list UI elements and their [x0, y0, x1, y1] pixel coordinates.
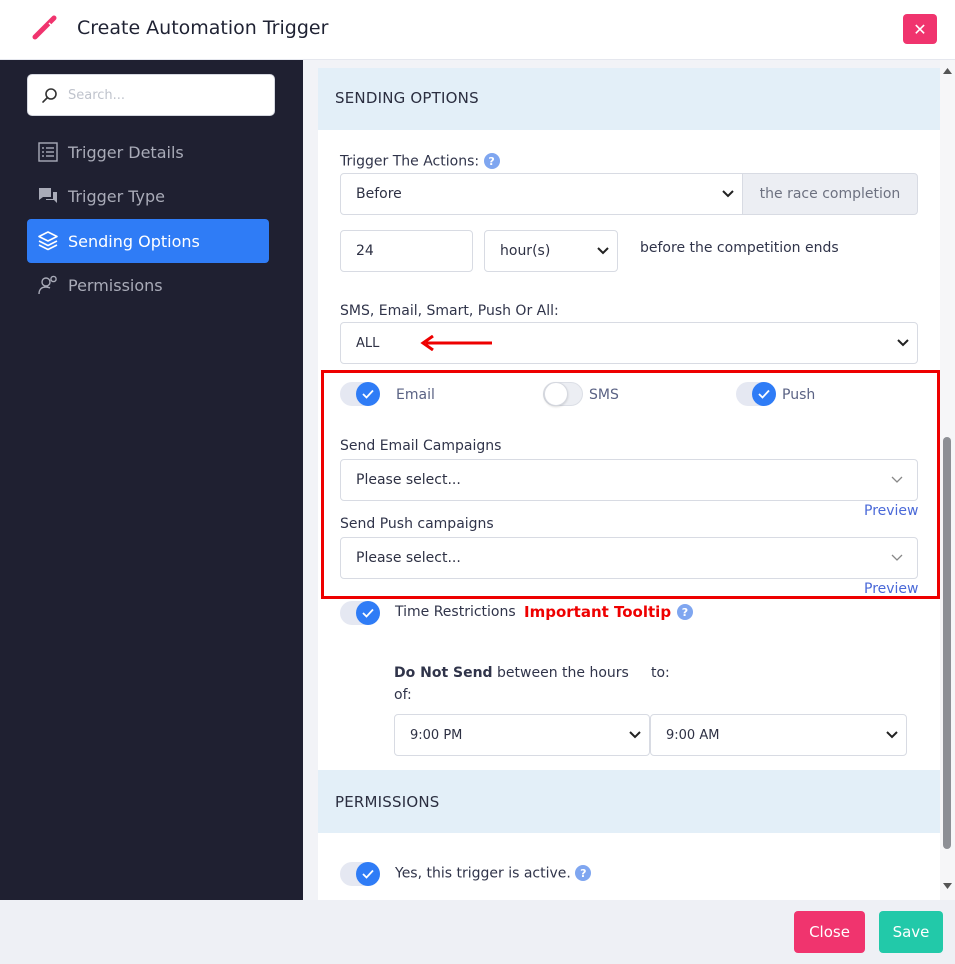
- unit-value: hour(s): [500, 243, 551, 259]
- chevron-down-icon: [897, 339, 909, 347]
- help-icon[interactable]: ?: [677, 604, 693, 620]
- scrollbar-thumb[interactable]: [943, 437, 951, 849]
- active-toggle[interactable]: [340, 862, 380, 886]
- sidebar-item-trigger-details[interactable]: Trigger Details: [27, 130, 269, 174]
- dialog-header: Create Automation Trigger ✕: [0, 0, 955, 60]
- help-icon[interactable]: ?: [483, 153, 500, 169]
- sidebar-item-label: Trigger Type: [68, 186, 166, 206]
- from-time-value: 9:00 PM: [410, 727, 463, 743]
- scroll-down-icon[interactable]: [943, 883, 952, 889]
- amount-value: 24: [356, 243, 374, 259]
- sidebar-item-permissions[interactable]: Permissions: [27, 263, 269, 307]
- layers-icon: [36, 229, 60, 253]
- active-label-text: Yes, this trigger is active.: [395, 865, 571, 882]
- dialog-footer: Close Save: [0, 900, 955, 964]
- list-icon: [36, 140, 60, 164]
- to-time-value: 9:00 AM: [666, 727, 720, 743]
- close-x-button[interactable]: ✕: [903, 14, 937, 44]
- check-icon: [356, 601, 380, 625]
- timing-select[interactable]: Before: [340, 173, 743, 215]
- section-header-sending: SENDING OPTIONS: [318, 68, 940, 130]
- annotation-highlight-box: [321, 370, 940, 599]
- sidebar-item-sending-options[interactable]: Sending Options: [27, 219, 269, 263]
- trigger-actions-text: Trigger The Actions:: [340, 153, 480, 170]
- sidebar: Search... Trigger Details Trigger Type S…: [0, 60, 303, 900]
- chevron-down-icon: [597, 247, 609, 255]
- save-button[interactable]: Save: [879, 911, 943, 953]
- from-time-select[interactable]: 9:00 PM: [394, 714, 650, 756]
- channel-value: ALL: [356, 335, 380, 351]
- close-button[interactable]: Close: [794, 911, 865, 953]
- of-label: of:: [394, 687, 412, 703]
- chevron-down-icon: [629, 731, 641, 739]
- timing-addon: the race completion: [742, 173, 918, 215]
- sidebar-item-label: Sending Options: [68, 231, 200, 251]
- search-icon: [42, 88, 57, 103]
- sidebar-item-label: Trigger Details: [68, 142, 184, 162]
- close-icon: ✕: [913, 19, 927, 39]
- important-tooltip-note: Important Tooltip: [524, 603, 672, 621]
- timing-value: Before: [356, 186, 402, 202]
- chevron-down-icon: [722, 190, 734, 198]
- section-title: PERMISSIONS: [335, 793, 440, 811]
- section-title: SENDING OPTIONS: [335, 89, 479, 107]
- do-not-send-rest: between the hours: [492, 665, 629, 681]
- section-header-permissions: PERMISSIONS: [318, 770, 940, 833]
- search-placeholder: Search...: [68, 88, 126, 103]
- time-restrictions-toggle[interactable]: [340, 601, 380, 625]
- user-gear-icon: [36, 273, 60, 297]
- channel-label: SMS, Email, Smart, Push Or All:: [340, 303, 559, 319]
- active-label: Yes, this trigger is active. ?: [395, 865, 592, 882]
- chat-icon: [36, 184, 60, 208]
- amount-suffix: before the competition ends: [640, 240, 839, 256]
- unit-select[interactable]: hour(s): [484, 230, 618, 272]
- trigger-actions-label: Trigger The Actions: ?: [340, 153, 500, 170]
- sidebar-item-label: Permissions: [68, 275, 163, 295]
- search-input[interactable]: Search...: [27, 74, 275, 116]
- to-time-select[interactable]: 9:00 AM: [650, 714, 907, 756]
- chevron-down-icon: [886, 731, 898, 739]
- to-label: to:: [651, 665, 670, 681]
- dialog-title: Create Automation Trigger: [77, 17, 329, 39]
- pencil-icon: [32, 15, 57, 40]
- amount-input[interactable]: 24: [340, 230, 473, 272]
- scrollbar[interactable]: [940, 60, 955, 900]
- help-icon[interactable]: ?: [575, 865, 592, 881]
- do-not-send-bold: Do Not Send: [394, 665, 493, 681]
- sidebar-item-trigger-type[interactable]: Trigger Type: [27, 174, 269, 218]
- time-restrictions-label: Time Restrictions: [395, 604, 516, 620]
- do-not-send-label: Do Not Send between the hours: [394, 665, 629, 681]
- annotation-arrow-icon: [420, 335, 492, 351]
- scroll-up-icon[interactable]: [943, 68, 952, 74]
- check-icon: [356, 862, 380, 886]
